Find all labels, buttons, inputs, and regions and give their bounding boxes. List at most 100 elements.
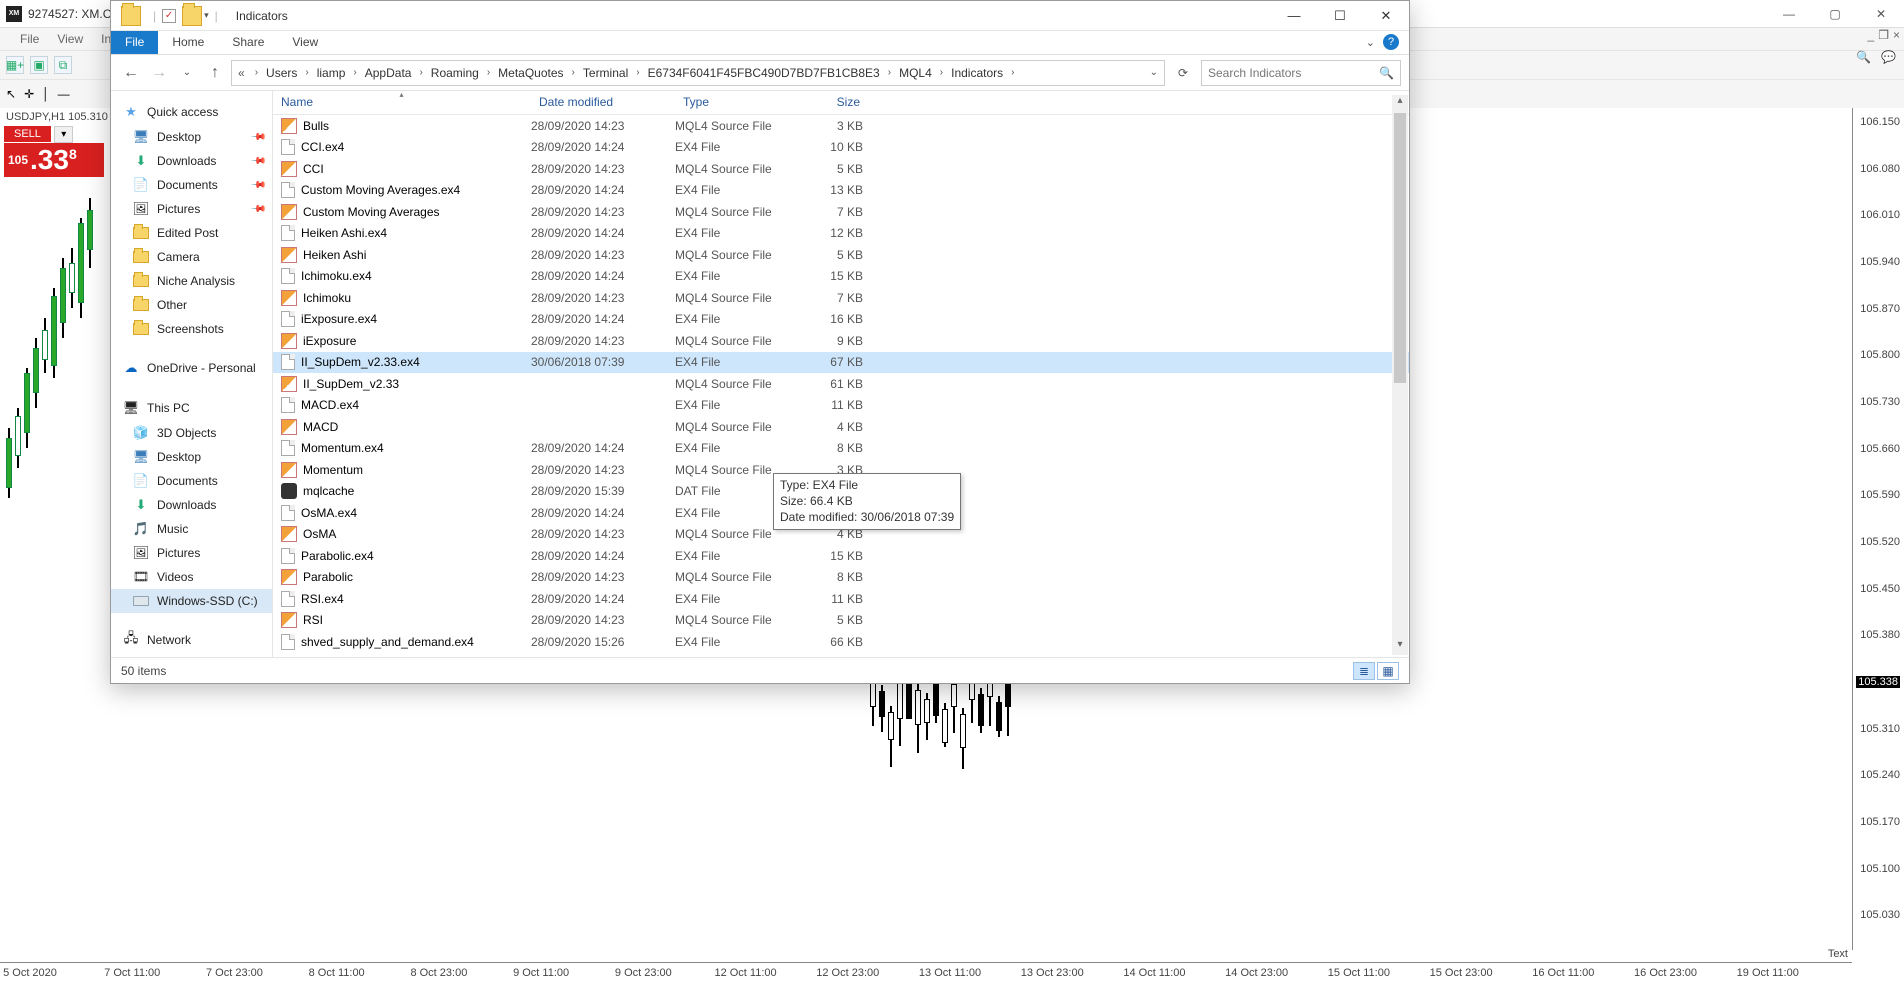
file-row[interactable]: Custom Moving Averages28/09/2020 14:23MQ… xyxy=(273,201,1409,223)
bg-close-button[interactable]: ✕ xyxy=(1858,0,1904,28)
nav-pinned-item[interactable]: Other xyxy=(111,293,272,317)
file-rows[interactable]: Bulls28/09/2020 14:23MQL4 Source File3 K… xyxy=(273,115,1409,657)
tab-view[interactable]: View xyxy=(278,31,332,54)
breadcrumb-item[interactable]: MetaQuotes xyxy=(494,66,567,80)
close-button[interactable]: ✕ xyxy=(1363,1,1409,31)
breadcrumb[interactable]: « ›Users›liamp›AppData›Roaming›MetaQuote… xyxy=(231,60,1165,86)
profiles-icon[interactable]: ▣ xyxy=(30,56,48,74)
nav-pinned-item[interactable]: Niche Analysis xyxy=(111,269,272,293)
breadcrumb-item[interactable]: E6734F6041F45FBC490D7BD7FB1CB8E3 xyxy=(644,66,884,80)
file-row[interactable]: Heiken Ashi28/09/2020 14:23MQL4 Source F… xyxy=(273,244,1409,266)
breadcrumb-item[interactable]: AppData xyxy=(361,66,416,80)
hline-icon[interactable]: — xyxy=(58,87,70,101)
cursor-icon[interactable]: ↖ xyxy=(6,87,16,101)
file-row[interactable]: Parabolic28/09/2020 14:23MQL4 Source Fil… xyxy=(273,567,1409,589)
file-row[interactable]: II_SupDem_v2.33MQL4 Source File61 KB xyxy=(273,373,1409,395)
column-size[interactable]: Size xyxy=(795,91,869,114)
nav-pc-item[interactable]: 3D Objects xyxy=(111,421,272,445)
column-type[interactable]: Type xyxy=(675,91,795,114)
scroll-up-icon[interactable]: ▴ xyxy=(1392,95,1408,111)
nav-pinned-item[interactable]: Edited Post xyxy=(111,221,272,245)
chevron-right-icon[interactable]: › xyxy=(568,67,579,78)
search-box[interactable]: Search Indicators 🔍 xyxy=(1201,60,1401,86)
file-row[interactable]: MACD.ex4EX4 File11 KB xyxy=(273,395,1409,417)
nav-pinned-item[interactable]: Documents📌 xyxy=(111,173,272,197)
back-button[interactable]: ← xyxy=(119,64,143,82)
file-row[interactable]: Momentum.ex428/09/2020 14:24EX4 File8 KB xyxy=(273,438,1409,460)
details-view-button[interactable]: ≣ xyxy=(1353,662,1375,680)
breadcrumb-item[interactable]: liamp xyxy=(313,66,350,80)
column-name[interactable]: Name▴ xyxy=(273,91,531,114)
breadcrumb-item[interactable]: Terminal xyxy=(579,66,632,80)
breadcrumb-item[interactable]: Roaming xyxy=(427,66,483,80)
chevron-right-icon[interactable]: › xyxy=(301,67,312,78)
file-row[interactable]: RSI.ex428/09/2020 14:24EX4 File11 KB xyxy=(273,588,1409,610)
nav-pc-item[interactable]: Music xyxy=(111,517,272,541)
maximize-button[interactable]: ☐ xyxy=(1317,1,1363,31)
this-pc-header[interactable]: This PC xyxy=(111,395,272,421)
chevron-right-icon[interactable]: › xyxy=(251,67,262,78)
nav-pinned-item[interactable]: Screenshots xyxy=(111,317,272,341)
file-row[interactable]: CCI.ex428/09/2020 14:24EX4 File10 KB xyxy=(273,137,1409,159)
forward-button[interactable]: → xyxy=(147,64,171,82)
tab-share[interactable]: Share xyxy=(218,31,278,54)
chevron-right-icon[interactable]: › xyxy=(884,67,895,78)
nav-pc-item[interactable]: Videos xyxy=(111,565,272,589)
expand-ribbon-icon[interactable]: ⌄ xyxy=(1366,36,1375,49)
nav-pinned-item[interactable]: Camera xyxy=(111,245,272,269)
chevron-right-icon[interactable]: › xyxy=(483,67,494,78)
scroll-thumb[interactable] xyxy=(1394,113,1406,383)
file-row[interactable]: RSI28/09/2020 14:23MQL4 Source File5 KB xyxy=(273,610,1409,632)
bg-menu-view[interactable]: View xyxy=(57,32,83,46)
chevron-right-icon[interactable]: › xyxy=(632,67,643,78)
chevron-right-icon[interactable]: › xyxy=(349,67,360,78)
up-button[interactable]: ↑ xyxy=(203,64,227,82)
file-row[interactable]: iExposure28/09/2020 14:23MQL4 Source Fil… xyxy=(273,330,1409,352)
file-row[interactable]: Ichimoku28/09/2020 14:23MQL4 Source File… xyxy=(273,287,1409,309)
qa-save-icon[interactable]: ✓ xyxy=(162,9,176,23)
recent-dropdown[interactable]: ⌄ xyxy=(175,67,199,78)
nav-pc-item[interactable]: Documents xyxy=(111,469,272,493)
file-row[interactable]: MACDMQL4 Source File4 KB xyxy=(273,416,1409,438)
vertical-scrollbar[interactable]: ▴ ▾ xyxy=(1392,95,1408,655)
nav-pc-item[interactable]: Downloads xyxy=(111,493,272,517)
search-icon[interactable]: 🔍 xyxy=(1379,66,1394,80)
help-icon[interactable]: ? xyxy=(1383,34,1399,50)
onedrive-header[interactable]: OneDrive - Personal xyxy=(111,355,272,381)
new-chart-icon[interactable]: ▦+ xyxy=(6,56,24,74)
network-header[interactable]: Network xyxy=(111,627,272,653)
market-watch-icon[interactable]: ⧉ xyxy=(54,56,72,74)
bg-mdi-rest[interactable]: ❐ xyxy=(1878,28,1889,42)
crosshair-icon[interactable]: ✛ xyxy=(24,87,34,101)
bg-maximize-button[interactable]: ▢ xyxy=(1812,0,1858,28)
nav-pinned-item[interactable]: Downloads📌 xyxy=(111,149,272,173)
nav-pc-item[interactable]: Desktop xyxy=(111,445,272,469)
search-icon[interactable]: 🔍 xyxy=(1856,50,1871,64)
chevron-right-icon[interactable]: › xyxy=(936,67,947,78)
quick-access-header[interactable]: ★ Quick access xyxy=(111,99,272,125)
file-row[interactable]: CCI28/09/2020 14:23MQL4 Source File5 KB xyxy=(273,158,1409,180)
scroll-down-icon[interactable]: ▾ xyxy=(1392,639,1408,655)
nav-pinned-item[interactable]: Desktop📌 xyxy=(111,125,272,149)
breadcrumb-item[interactable]: MQL4 xyxy=(895,66,936,80)
chevron-right-icon[interactable]: › xyxy=(415,67,426,78)
column-date[interactable]: Date modified xyxy=(531,91,675,114)
thumbnails-view-button[interactable]: ▦ xyxy=(1377,662,1399,680)
tab-home[interactable]: Home xyxy=(158,31,218,54)
file-row[interactable]: Parabolic.ex428/09/2020 14:24EX4 File15 … xyxy=(273,545,1409,567)
breadcrumb-item[interactable]: Users xyxy=(262,66,301,80)
file-row[interactable]: Ichimoku.ex428/09/2020 14:24EX4 File15 K… xyxy=(273,266,1409,288)
file-row[interactable]: Bulls28/09/2020 14:23MQL4 Source File3 K… xyxy=(273,115,1409,137)
vline-icon[interactable]: │ xyxy=(42,87,50,101)
explorer-titlebar[interactable]: | ✓ ▾ | Indicators — ☐ ✕ xyxy=(111,1,1409,31)
breadcrumb-overflow[interactable]: « xyxy=(232,66,251,80)
bg-menu-file[interactable]: File xyxy=(20,32,39,46)
sell-price[interactable]: 105 .33 8 xyxy=(4,143,104,177)
bg-minimize-button[interactable]: — xyxy=(1766,0,1812,28)
file-row[interactable]: Custom Moving Averages.ex428/09/2020 14:… xyxy=(273,180,1409,202)
nav-pc-item[interactable]: Pictures xyxy=(111,541,272,565)
bg-mdi-min[interactable]: _ xyxy=(1868,28,1875,42)
breadcrumb-item[interactable]: Indicators xyxy=(947,66,1007,80)
chat-icon[interactable]: 💬 xyxy=(1881,50,1896,64)
address-dropdown[interactable]: ⌄ xyxy=(1144,67,1164,78)
